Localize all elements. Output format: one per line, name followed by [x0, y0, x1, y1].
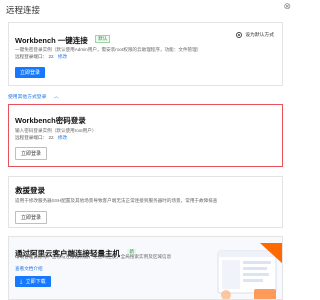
radio-icon	[235, 31, 242, 38]
chevron-up-icon: ︿	[53, 94, 59, 100]
download-label: 立即下载	[25, 279, 46, 285]
dialog-title: 远程连接	[6, 5, 41, 15]
promo-doc-link[interactable]: 查看文档介绍	[15, 266, 43, 272]
port-row: 远程登录端口： 22 修改	[15, 135, 67, 141]
default-badge: 默认	[95, 34, 111, 43]
workbench-password-card: Workbench密码登录 输入密码登录实例（默认使用root用户） 远程登录端…	[8, 104, 283, 167]
port-row: 远程登录端口： 22 修改	[15, 54, 67, 60]
card-description: 输入密码登录实例（默认使用root用户）	[15, 128, 97, 133]
client-illustration	[214, 243, 282, 299]
card-header: Workbench 一键连接 默认	[15, 30, 111, 48]
set-default-label: 设为默认方式	[245, 33, 274, 38]
password-login-button[interactable]: 立即登录	[15, 147, 48, 160]
card-description: 适用于修改服务器SSH配置及其他场景导致客户端无法正常连接到服务器时的场景，常用…	[15, 198, 218, 203]
card-description: 一键免密登录实例（默认使用Admin用户，需安装root权限的云助理程序，功能：…	[15, 47, 202, 52]
rescue-login-card: 救援登录 适用于修改服务器SSH配置及其他场景导致客户端无法正常连接到服务器时的…	[8, 176, 283, 228]
modify-port-link[interactable]: 修改	[58, 54, 67, 59]
card-title: Workbench 一键连接	[15, 36, 88, 45]
client-promo-card: 通过阿里云客户端连接轻量主机 新 帮助管理云账号、查看与连接服务器，免密码连接，…	[8, 236, 283, 300]
workbench-one-click-card: Workbench 一键连接 默认 设为默认方式 一键免密登录实例（默认使用Ad…	[8, 22, 283, 86]
port-label: 远程登录端口：	[15, 135, 48, 140]
card-title: 救援登录	[15, 186, 45, 195]
one-click-login-button[interactable]: 立即登录	[15, 67, 46, 78]
close-icon[interactable]: ⊗	[283, 2, 291, 11]
download-button[interactable]: ⤓ 立即下载	[15, 276, 51, 287]
port-value: 22	[48, 135, 54, 140]
set-default-radio[interactable]: 设为默认方式	[235, 31, 274, 38]
port-value: 22	[48, 54, 54, 59]
download-icon: ⤓	[20, 279, 23, 285]
port-label: 远程登录端口：	[15, 54, 48, 59]
other-methods-label: 使用其他方式登录	[8, 95, 47, 100]
modify-port-link[interactable]: 修改	[58, 135, 67, 140]
card-title: Workbench密码登录	[15, 116, 86, 125]
rescue-login-button[interactable]: 立即登录	[15, 211, 48, 224]
other-methods-toggle[interactable]: 使用其他方式登录 ︿	[8, 93, 59, 100]
promo-description: 帮助管理云账号、查看与连接服务器，免密码连接，全局搜索实例及区域信息	[15, 254, 172, 259]
